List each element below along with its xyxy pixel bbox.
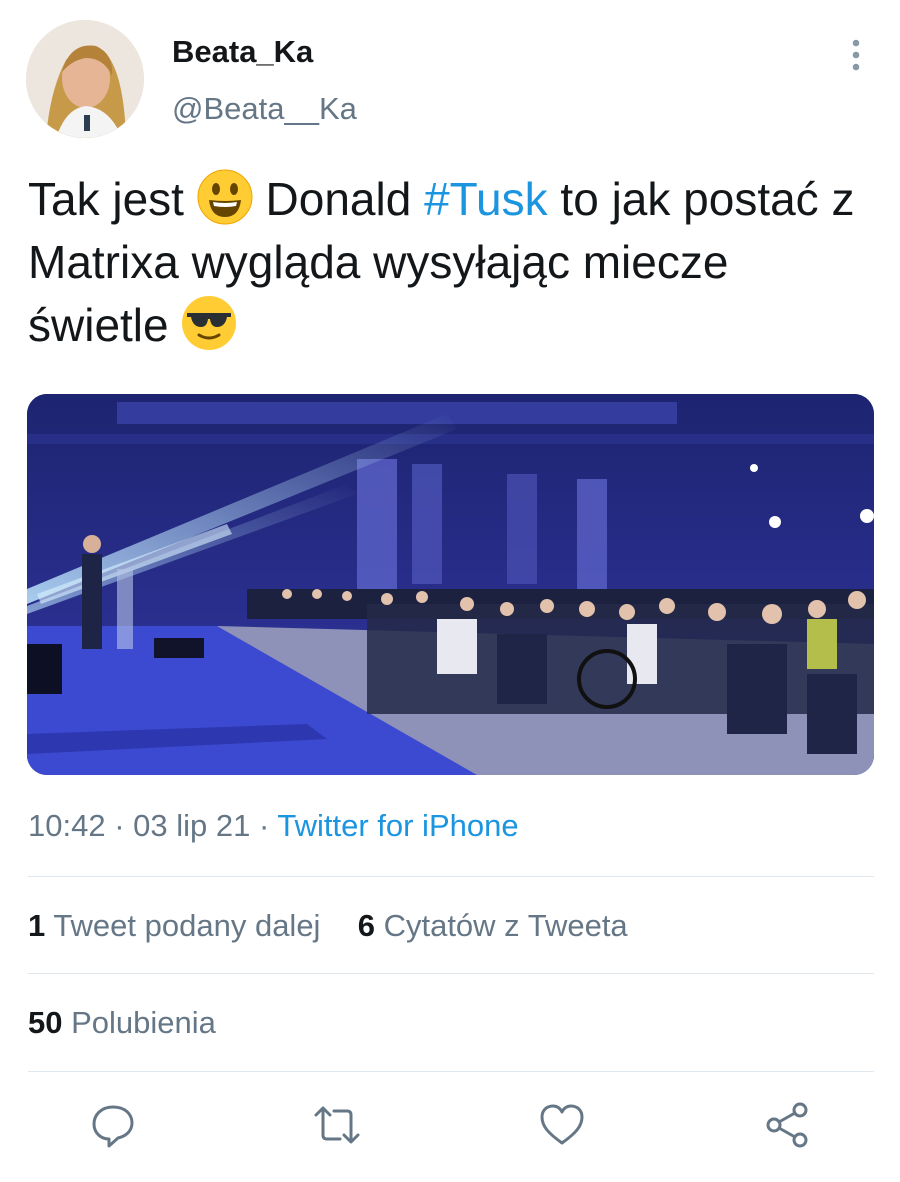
likes-count: 50 [28, 1005, 63, 1040]
tweet-text-part: Donald [252, 173, 425, 225]
reply-icon[interactable] [89, 1101, 137, 1149]
share-icon[interactable] [764, 1101, 812, 1149]
divider [28, 1071, 874, 1072]
tweet-timestamp-line: 10:42 · 03 lip 21 · Twitter for iPhone [28, 808, 519, 844]
author-display-name[interactable]: Beata_Ka [172, 34, 313, 70]
more-options-icon[interactable] [846, 38, 866, 72]
tweet-text: Tak jest Donald #Tusk to jak postać z Ma… [28, 168, 868, 357]
tweet-media-photo[interactable] [27, 394, 874, 775]
smiling-face-icon [197, 169, 253, 225]
retweet-icon[interactable] [313, 1101, 361, 1149]
divider [28, 973, 874, 974]
quotes-count: 6 [357, 908, 375, 943]
retweets-label: Tweet podany dalej [53, 908, 321, 943]
quotes-stat[interactable]: 6 Cytatów z Tweeta [358, 908, 628, 943]
tweet-source-link[interactable]: Twitter for iPhone [277, 808, 518, 843]
likes-stat[interactable]: 50 Polubienia [28, 1005, 216, 1041]
retweet-quote-stats: 1 Tweet podany dalej 6 Cytatów z Tweeta [28, 908, 628, 944]
tweet-date: 03 lip 21 [133, 808, 251, 843]
meta-separator: · [105, 808, 134, 843]
retweets-stat[interactable]: 1 Tweet podany dalej [28, 908, 320, 943]
like-icon[interactable] [538, 1101, 586, 1149]
divider [28, 876, 874, 877]
author-handle[interactable]: @Beata__Ka [172, 91, 357, 127]
quotes-label: Cytatów z Tweeta [383, 908, 628, 943]
hashtag-link[interactable]: #Tusk [424, 173, 548, 225]
meta-separator: · [250, 808, 278, 843]
sunglasses-face-icon [181, 295, 237, 351]
avatar[interactable] [26, 20, 144, 138]
retweets-count: 1 [28, 908, 46, 943]
likes-label: Polubienia [71, 1005, 216, 1040]
tweet-text-part: Tak jest [28, 173, 197, 225]
tweet-time: 10:42 [28, 808, 106, 843]
